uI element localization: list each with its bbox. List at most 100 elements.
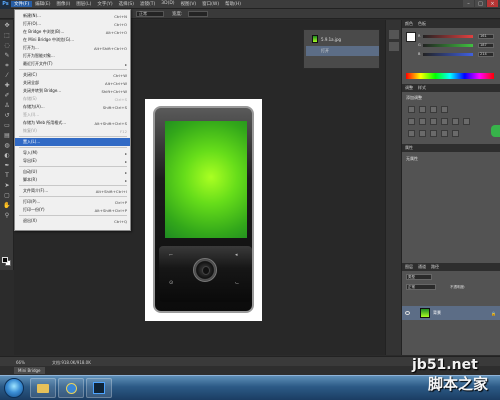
slider-value[interactable]: 214 bbox=[478, 52, 494, 57]
file-menu-item[interactable]: 在 Mini Bridge 中浏览(G)... bbox=[15, 36, 130, 44]
menu-item[interactable]: 窗口(W) bbox=[199, 1, 222, 7]
shape-tool-icon[interactable]: ▢ bbox=[2, 191, 12, 200]
style-select[interactable]: 正常 bbox=[136, 11, 164, 17]
close-button[interactable]: × bbox=[487, 0, 498, 7]
tab-layers[interactable]: 图层 bbox=[405, 264, 413, 270]
menu-item[interactable]: 帮助(H) bbox=[222, 1, 244, 7]
width-field[interactable] bbox=[188, 11, 208, 17]
tab-color[interactable]: 颜色 bbox=[405, 21, 413, 27]
file-menu-item[interactable]: 导出(E) ▸ bbox=[15, 157, 130, 165]
type-tool-icon[interactable]: T bbox=[2, 171, 12, 180]
color-slider[interactable] bbox=[423, 35, 473, 38]
file-menu-item[interactable]: 置入(L)... bbox=[15, 138, 130, 146]
vibrance-adjustment-icon[interactable] bbox=[408, 118, 415, 125]
layer-comp-item[interactable]: 打开 bbox=[306, 46, 379, 56]
clone-stamp-tool-icon[interactable]: ♙ bbox=[2, 101, 12, 110]
file-menu-item[interactable]: 打印(P)... Ctrl+P bbox=[15, 198, 130, 206]
tab-adjustments[interactable]: 调整 bbox=[405, 85, 413, 91]
hand-tool-icon[interactable]: ✋ bbox=[2, 201, 12, 210]
tab-properties[interactable]: 属性 bbox=[405, 145, 413, 151]
layer-kind-filter[interactable]: 类型 bbox=[406, 274, 432, 280]
color-slider[interactable] bbox=[423, 53, 473, 56]
blur-tool-icon[interactable]: ◍ bbox=[2, 141, 12, 150]
file-menu-item[interactable]: 最近打开文件(T) ▸ bbox=[15, 60, 130, 68]
menu-item[interactable]: 图层(L) bbox=[73, 1, 94, 7]
pen-tool-icon[interactable]: ✒ bbox=[2, 161, 12, 170]
menu-item[interactable]: 编辑(E) bbox=[32, 1, 53, 7]
marquee-tool-icon[interactable]: ⬚ bbox=[2, 31, 12, 40]
threshold-adjustment-icon[interactable] bbox=[430, 130, 437, 137]
file-menu-item[interactable]: 自动(U) ▸ bbox=[15, 168, 130, 176]
quick-select-tool-icon[interactable]: ✎ bbox=[2, 51, 12, 60]
file-menu-item[interactable]: 新建(N)... Ctrl+N bbox=[15, 12, 130, 20]
visibility-eye-icon[interactable] bbox=[405, 311, 410, 315]
color-slider[interactable] bbox=[423, 44, 473, 47]
menu-item[interactable]: 滤镜(T) bbox=[137, 1, 158, 7]
file-menu-item[interactable]: 退出(X) Ctrl+Q bbox=[15, 217, 130, 225]
menu-item[interactable]: 选择(S) bbox=[116, 1, 137, 7]
posterize-adjustment-icon[interactable] bbox=[419, 130, 426, 137]
levels-adjustment-icon[interactable] bbox=[419, 106, 426, 113]
layer-comp-item[interactable]: 5.9.1a.jpg bbox=[306, 34, 379, 44]
blend-mode-select[interactable]: 正常 bbox=[406, 284, 436, 290]
tab-swatches[interactable]: 色板 bbox=[418, 21, 426, 27]
file-menu-item[interactable]: 导入(M) ▸ bbox=[15, 149, 130, 157]
file-menu-item[interactable]: 打开(O)... Ctrl+O bbox=[15, 20, 130, 28]
file-menu-item[interactable]: 关闭(C) Ctrl+W bbox=[15, 71, 130, 79]
menu-item[interactable]: 视图(V) bbox=[178, 1, 200, 7]
taskbar-photoshop-icon[interactable] bbox=[86, 378, 112, 398]
file-menu-item[interactable]: 脚本(R) ▸ bbox=[15, 176, 130, 184]
move-tool-icon[interactable]: ✥ bbox=[2, 21, 12, 30]
start-button[interactable] bbox=[4, 378, 24, 398]
file-menu-item[interactable]: 存储为 Web 所用格式... Alt+Shift+Ctrl+S bbox=[15, 119, 130, 127]
curves-adjustment-icon[interactable] bbox=[430, 106, 437, 113]
zoom-tool-icon[interactable]: ⚲ bbox=[2, 211, 12, 220]
mini-bridge-tab[interactable]: Mini Bridge bbox=[14, 367, 45, 374]
file-menu-item[interactable]: 关闭并转到 Bridge... Shift+Ctrl+W bbox=[15, 87, 130, 95]
invert-adjustment-icon[interactable] bbox=[408, 130, 415, 137]
file-menu-item[interactable]: 打开为智能对象... bbox=[15, 52, 130, 60]
history-panel-icon[interactable] bbox=[389, 30, 399, 39]
tab-paths[interactable]: 路径 bbox=[431, 264, 439, 270]
maximize-button[interactable]: □ bbox=[475, 0, 486, 7]
fg-color-chip[interactable] bbox=[406, 32, 416, 42]
selective-color-adjustment-icon[interactable] bbox=[452, 130, 459, 137]
black-white-adjustment-icon[interactable] bbox=[441, 118, 448, 125]
hue-saturation-adjustment-icon[interactable] bbox=[419, 118, 426, 125]
file-menu-item[interactable]: 存储为(A)... Shift+Ctrl+S bbox=[15, 103, 130, 111]
brush-tool-icon[interactable]: ✐ bbox=[2, 91, 12, 100]
slider-value[interactable]: 187 bbox=[478, 43, 494, 48]
lasso-tool-icon[interactable]: ◌ bbox=[2, 41, 12, 50]
menu-item[interactable]: 3D(D) bbox=[158, 1, 177, 7]
photo-filter-adjustment-icon[interactable] bbox=[452, 118, 459, 125]
file-menu-item[interactable]: 打印一份(Y) Alt+Shift+Ctrl+P bbox=[15, 206, 130, 214]
side-panel-handle[interactable] bbox=[491, 125, 500, 137]
tab-channels[interactable]: 通道 bbox=[418, 264, 426, 270]
file-menu-item[interactable]: 关闭全部 Alt+Ctrl+W bbox=[15, 79, 130, 87]
brightness-adjustment-icon[interactable] bbox=[408, 106, 415, 113]
color-balance-adjustment-icon[interactable] bbox=[430, 118, 437, 125]
minimize-button[interactable]: – bbox=[463, 0, 474, 7]
eraser-tool-icon[interactable]: ▭ bbox=[2, 121, 12, 130]
eyedropper-tool-icon[interactable]: ⁄ bbox=[2, 71, 12, 80]
crop-tool-icon[interactable]: ⌗ bbox=[2, 61, 12, 70]
taskbar-explorer-icon[interactable] bbox=[30, 378, 56, 398]
file-menu-item[interactable]: 文件简介(F)... Alt+Shift+Ctrl+I bbox=[15, 187, 130, 195]
file-menu-item[interactable]: 在 Bridge 中浏览(B)... Alt+Ctrl+O bbox=[15, 28, 130, 36]
channel-mixer-adjustment-icon[interactable] bbox=[463, 118, 470, 125]
menu-item[interactable]: 图像(I) bbox=[53, 1, 73, 7]
gradient-tool-icon[interactable]: ▤ bbox=[2, 131, 12, 140]
exposure-adjustment-icon[interactable] bbox=[441, 106, 448, 113]
slider-value[interactable]: 161 bbox=[478, 34, 494, 39]
dodge-tool-icon[interactable]: ◐ bbox=[2, 151, 12, 160]
foreground-color-swatch[interactable] bbox=[2, 257, 8, 263]
gradient-map-adjustment-icon[interactable] bbox=[441, 130, 448, 137]
healing-brush-tool-icon[interactable]: ✚ bbox=[2, 81, 12, 90]
menu-item[interactable]: 文字(Y) bbox=[94, 1, 115, 7]
layer-row-background[interactable]: 背景 🔒 bbox=[402, 306, 500, 320]
color-spectrum-bar[interactable] bbox=[406, 73, 494, 79]
tab-styles[interactable]: 样式 bbox=[418, 85, 426, 91]
file-menu-item[interactable]: 打开为... Alt+Shift+Ctrl+O bbox=[15, 44, 130, 52]
menu-item[interactable]: 文件(F) bbox=[11, 1, 33, 7]
document-canvas[interactable]: ⌐ ◂ ⊙ ⌙ bbox=[145, 99, 262, 321]
